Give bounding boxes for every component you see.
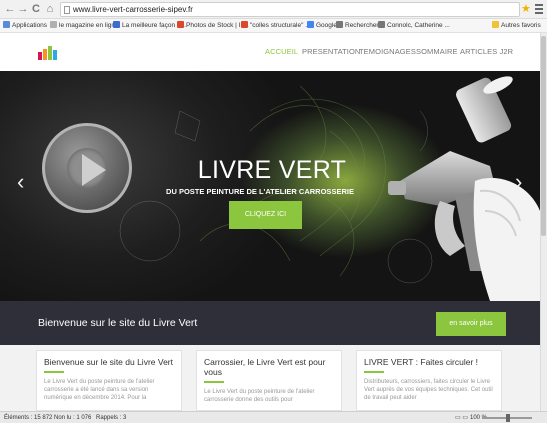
slider-prev-arrow[interactable]: ‹ — [17, 171, 24, 193]
bookmark-rechercher[interactable]: Rechercher — [336, 21, 379, 31]
zoom-slider-handle[interactable] — [506, 414, 510, 422]
site-header: ACCUEIL PRESENTATION TEMOIGNAGES SOMMAIR… — [0, 33, 540, 71]
bookmark-photos-stock[interactable]: Photos de Stock | Ill... — [177, 21, 249, 31]
bookmark-colles-structurale[interactable]: "colles structurale" ... — [241, 21, 311, 31]
card-title: Bienvenue sur le site du Livre Vert — [44, 357, 173, 367]
cards-section: Bienvenue sur le site du Livre Vert Le L… — [0, 345, 540, 411]
card-accent-bar — [204, 381, 224, 383]
bookmark-google[interactable]: Google — [307, 21, 337, 31]
hero-title: LIVRE VERT — [197, 156, 347, 184]
scrollbar-thumb[interactable] — [541, 36, 546, 236]
card-title: Carrossier, le Livre Vert est pour vous — [204, 357, 326, 377]
status-bar: Éléments : 15 872 Non lu : 1 076 Rappels… — [0, 411, 547, 423]
nav-accueil[interactable]: ACCUEIL — [265, 47, 298, 57]
bookmarks-bar: Applications le magazine en lign... La m… — [0, 19, 547, 33]
browser-toolbar: ← → C ⌂ www.livre-vert-carrosserie-sipev… — [0, 0, 547, 19]
status-elements: Éléments : 15 872 — [4, 415, 53, 421]
card-bienvenue[interactable]: Bienvenue sur le site du Livre Vert Le L… — [36, 350, 182, 411]
nav-sommaire[interactable]: SOMMAIRE — [416, 47, 458, 57]
card-faites-circuler[interactable]: LIVRE VERT : Faites circuler ! Distribut… — [356, 350, 502, 411]
card-accent-bar — [44, 371, 64, 373]
card-title: LIVRE VERT : Faites circuler ! — [364, 357, 478, 367]
spray-gun-image — [388, 76, 540, 301]
nav-temoignages[interactable]: TEMOIGNAGES — [359, 47, 416, 57]
welcome-text: Bienvenue sur le site du Livre Vert — [38, 317, 198, 329]
bookmark-applications[interactable]: Applications — [3, 21, 47, 31]
status-rappels[interactable]: Rappels : 3 — [96, 413, 126, 423]
welcome-band: Bienvenue sur le site du Livre Vert en s… — [0, 301, 540, 345]
hero-subtitle: DU POSTE PEINTURE DE L'ATELIER CARROSSER… — [166, 187, 354, 196]
home-icon[interactable]: ⌂ — [44, 3, 56, 15]
hero-cta-button[interactable]: CLIQUEZ ICI — [229, 201, 302, 229]
google-icon — [307, 21, 314, 28]
browser-menu-icon[interactable] — [535, 4, 543, 14]
play-icon — [82, 154, 106, 186]
learn-more-button[interactable]: en savoir plus — [436, 312, 506, 336]
site-favicon-icon — [241, 21, 248, 28]
forward-icon[interactable]: → — [17, 3, 29, 15]
bookmark-connolc[interactable]: Connolc, Catherine ... — [378, 21, 450, 31]
card-accent-bar — [364, 371, 384, 373]
status-non-lus: Non lu : 1 076 — [54, 415, 92, 421]
reload-icon[interactable]: C — [30, 3, 42, 15]
view-icons[interactable]: ▭ ▭ — [455, 413, 468, 423]
card-carrossier[interactable]: Carrossier, le Livre Vert est pour vous … — [196, 350, 342, 411]
address-bar[interactable]: www.livre-vert-carrosserie-sipev.fr — [60, 2, 520, 17]
site-favicon-icon — [113, 21, 120, 28]
site-favicon-icon — [177, 21, 184, 28]
nav-presentation[interactable]: PRESENTATION — [302, 47, 360, 57]
page-icon — [50, 21, 57, 28]
url-text: www.livre-vert-carrosserie-sipev.fr — [73, 5, 193, 14]
site-logo[interactable] — [38, 46, 60, 60]
site-favicon-icon — [378, 21, 385, 28]
page-icon — [64, 6, 70, 14]
bookmark-meilleure-facon[interactable]: La meilleure façon d... — [113, 21, 186, 31]
apps-grid-icon — [3, 21, 10, 28]
card-text: Le Livre Vert du poste peinture de l'ate… — [204, 389, 315, 403]
search-icon — [336, 21, 343, 28]
bookmark-autres-favoris[interactable]: Autres favoris — [492, 21, 541, 31]
bookmark-star-icon[interactable]: ★ — [521, 3, 531, 15]
bookmark-magazine[interactable]: le magazine en lign... — [50, 21, 120, 31]
back-icon[interactable]: ← — [4, 3, 16, 15]
video-play-button[interactable] — [42, 123, 132, 213]
nav-articles-j2r[interactable]: ARTICLES J2R — [460, 47, 513, 57]
card-text: Distributeurs, carrossiers, faites circu… — [364, 379, 493, 401]
card-text: Le Livre Vert du poste peinture de l'ate… — [44, 379, 155, 401]
hero-slider: ‹ › LIVRE VERT DU POSTE PEINTURE DE L'AT… — [0, 71, 540, 301]
folder-icon — [492, 21, 499, 28]
